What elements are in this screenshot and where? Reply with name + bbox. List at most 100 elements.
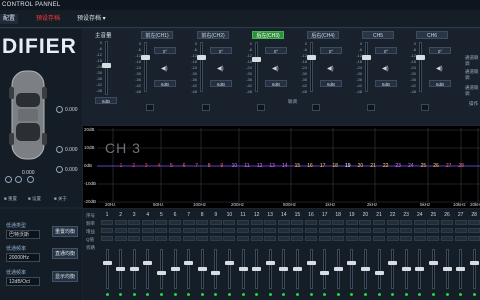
band-gain-slider-knob[interactable] (143, 261, 153, 265)
legend-settings[interactable]: ■ 设置 (28, 196, 41, 202)
band-gain-slider-knob[interactable] (197, 267, 207, 271)
channel-mute-button[interactable] (146, 104, 154, 111)
master-volume-slider-track[interactable] (105, 41, 108, 95)
speaker-icon[interactable] (56, 106, 63, 113)
channel-label-2[interactable]: 前右(CH2) (197, 31, 229, 39)
eq-point-16[interactable]: 16 (307, 163, 313, 169)
band-gain-slider-knob[interactable] (156, 271, 166, 275)
channel-mute-button[interactable] (421, 104, 429, 111)
band-param-cell[interactable] (114, 228, 127, 233)
band-param-cell[interactable] (427, 228, 440, 233)
eq-point-1[interactable]: 1 (120, 163, 123, 169)
eq-point-15[interactable]: 15 (295, 163, 301, 169)
eq-point-3[interactable]: 3 (145, 163, 148, 169)
speaker-volume-icon[interactable]: ◀) (382, 65, 389, 72)
band-gain-slider-knob[interactable] (292, 267, 302, 271)
band-param-cell[interactable] (373, 236, 385, 241)
eq-point-8[interactable]: 8 (208, 163, 211, 169)
eq-point-25[interactable]: 25 (421, 163, 427, 169)
band-param-cell[interactable] (182, 228, 195, 233)
band-param-cell[interactable] (413, 236, 426, 241)
band-param-cell[interactable] (264, 236, 277, 241)
band-param-cell[interactable] (169, 236, 181, 241)
band-gain-slider-knob[interactable] (333, 267, 343, 271)
band-gain-slider-knob[interactable] (102, 261, 112, 265)
band-enabled-led[interactable] (241, 293, 245, 296)
band-gain-slider-knob[interactable] (428, 261, 438, 265)
band-param-cell[interactable] (141, 228, 154, 233)
channel-fader-track[interactable] (310, 42, 313, 92)
band-param-cell[interactable] (441, 236, 453, 241)
band-gain-slider-knob[interactable] (442, 267, 452, 271)
band-gain-slider-knob[interactable] (238, 267, 248, 271)
band-gain-slider-track[interactable] (472, 249, 476, 289)
channel-fader-knob[interactable] (141, 55, 150, 60)
band-param-cell[interactable] (468, 236, 480, 241)
channel-delay-value[interactable]: 0° (154, 47, 176, 54)
band-param-cell[interactable] (250, 220, 263, 225)
band-param-cell[interactable] (427, 220, 440, 225)
channel-fader-track[interactable] (365, 42, 368, 92)
band-enabled-led[interactable] (350, 293, 354, 296)
band-gain-slider-track[interactable] (377, 249, 381, 289)
band-param-cell[interactable] (305, 228, 317, 233)
eq-point-5[interactable]: 5 (170, 163, 173, 169)
band-enabled-led[interactable] (159, 293, 163, 296)
band-enabled-led[interactable] (282, 293, 286, 296)
band-param-cell[interactable] (427, 236, 440, 241)
band-param-cell[interactable] (141, 220, 154, 225)
channel-fader-track[interactable] (200, 42, 203, 92)
channel-label-3[interactable]: 后左(CH3) (252, 31, 284, 39)
band-param-cell[interactable] (468, 220, 480, 225)
channel-delay-value[interactable]: 0° (265, 47, 287, 54)
eq-point-18[interactable]: 18 (332, 163, 338, 169)
band-gain-slider-knob[interactable] (347, 261, 357, 265)
speaker-volume-icon[interactable]: ◀) (217, 65, 224, 72)
channel-fader-track[interactable] (419, 42, 422, 92)
band-gain-slider-track[interactable] (323, 249, 327, 289)
band-gain-slider-knob[interactable] (279, 267, 289, 271)
master-volume-value[interactable]: 6dB (95, 97, 117, 104)
band-gain-slider-knob[interactable] (265, 261, 275, 265)
band-enabled-led[interactable] (459, 293, 463, 296)
band-param-cell[interactable] (386, 228, 399, 233)
band-param-cell[interactable] (373, 228, 385, 233)
menu-preset-save[interactable]: 预设存档 (33, 14, 63, 24)
band-param-cell[interactable] (169, 228, 181, 233)
channel-fader-track[interactable] (255, 42, 258, 92)
eq-point-2[interactable]: 2 (132, 163, 135, 169)
band-enabled-led[interactable] (445, 293, 449, 296)
band-enabled-led[interactable] (214, 293, 218, 296)
eq-point-11[interactable]: 11 (244, 163, 249, 169)
band-gain-slider-track[interactable] (431, 249, 435, 289)
band-param-cell[interactable] (250, 228, 263, 233)
band-param-cell[interactable] (155, 228, 168, 233)
band-enabled-led[interactable] (472, 293, 476, 296)
band-gain-slider-knob[interactable] (374, 271, 384, 275)
channel-fader-track[interactable] (144, 42, 147, 92)
band-gain-slider-track[interactable] (268, 249, 272, 289)
eq-point-13[interactable]: 13 (269, 163, 275, 169)
band-param-cell[interactable] (386, 220, 399, 225)
band-param-cell[interactable] (318, 228, 331, 233)
band-gain-slider-knob[interactable] (388, 261, 398, 265)
master-volume-slider-knob[interactable] (102, 63, 111, 68)
eq-point-26[interactable]: 26 (433, 163, 439, 169)
band-param-cell[interactable] (196, 236, 209, 241)
lowpass-frequency-input[interactable]: 20000Hz (6, 253, 40, 262)
band-param-cell[interactable] (332, 236, 345, 241)
band-enabled-led[interactable] (309, 293, 313, 296)
band-gain-slider-knob[interactable] (129, 267, 139, 271)
band-enabled-led[interactable] (323, 293, 327, 296)
band-enabled-led[interactable] (119, 293, 123, 296)
band-param-cell[interactable] (223, 220, 236, 225)
channel-mute-button[interactable] (202, 104, 210, 111)
band-param-cell[interactable] (277, 220, 290, 225)
band-param-cell[interactable] (264, 228, 277, 233)
band-param-cell[interactable] (332, 220, 345, 225)
reset-eq-button[interactable]: 重置均衡 (52, 226, 78, 237)
channel-gain-value[interactable]: 6dB (210, 80, 232, 87)
eq-point-24[interactable]: 24 (408, 163, 414, 169)
channel-fader-knob[interactable] (307, 55, 316, 60)
band-param-cell[interactable] (128, 220, 141, 225)
